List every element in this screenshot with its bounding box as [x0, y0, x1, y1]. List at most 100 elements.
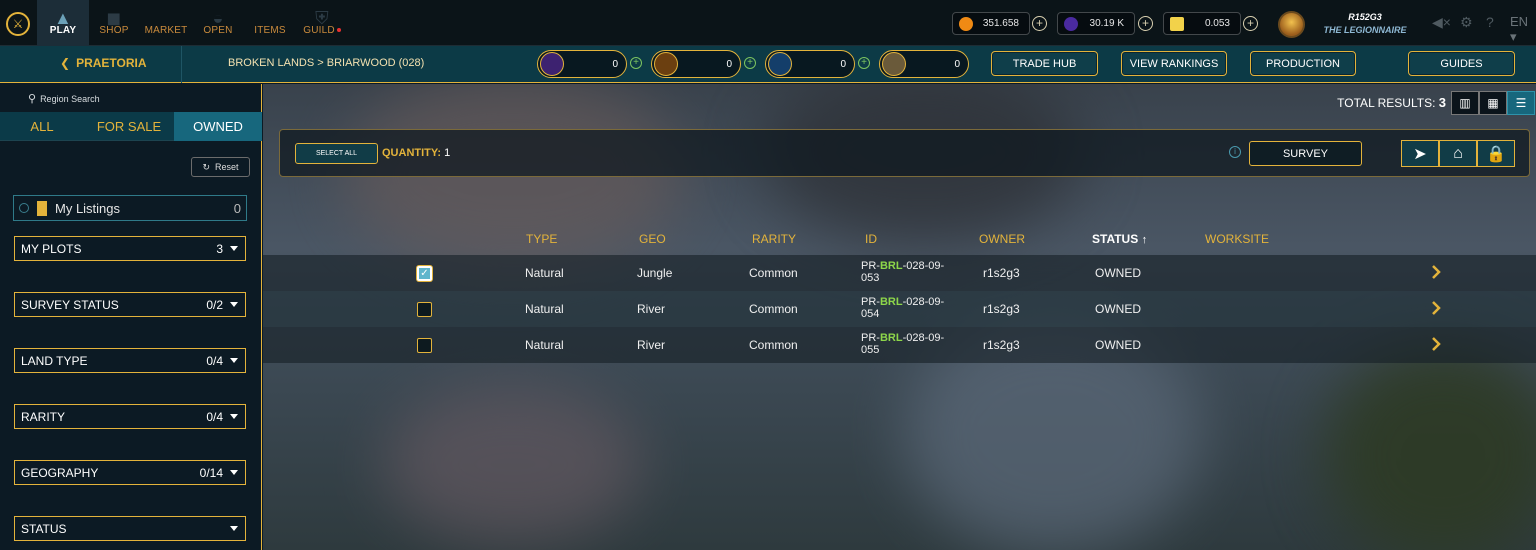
view-rankings-button[interactable]: VIEW RANKINGS [1121, 51, 1227, 76]
map-icon: ▥ [1459, 96, 1471, 110]
column-header-type[interactable]: TYPE [526, 232, 557, 246]
list-icon: ☰ [1515, 96, 1527, 110]
lock-icon: 🔒 [1486, 145, 1506, 163]
divider [181, 46, 182, 83]
column-header-id[interactable]: ID [865, 232, 877, 246]
region-search[interactable]: ⚲ Region Search [28, 92, 100, 105]
filter-land-type[interactable]: LAND TYPE 0/4 [14, 348, 246, 373]
add-water-button[interactable]: + [858, 57, 870, 69]
column-header-geo[interactable]: GEO [639, 232, 666, 246]
tab-all[interactable]: ALL [0, 112, 84, 141]
checkmark-icon: ✓ [420, 268, 429, 279]
nav-shop[interactable]: ◼ SHOP [94, 0, 134, 46]
add-essence-button[interactable]: + [630, 57, 642, 69]
trade-hub-button[interactable]: TRADE HUB [991, 51, 1098, 76]
resource-water: 0 [765, 50, 855, 78]
sound-mute-icon[interactable]: ◀× [1432, 14, 1451, 31]
chevron-down-icon [230, 302, 238, 307]
quantity-display: QUANTITY: 1 [382, 147, 450, 159]
total-results-count: 3 [1438, 95, 1446, 110]
filter-survey-status[interactable]: SURVEY STATUS 0/2 [14, 292, 246, 317]
table-row[interactable]: Natural River Common PR-BRL-028-09- 055 r… [263, 327, 1536, 363]
guides-button[interactable]: GUIDES [1408, 51, 1515, 76]
reset-button[interactable]: ↻ Reset [191, 157, 250, 177]
ticket-icon [1170, 17, 1184, 31]
list-view-button[interactable]: ☰ [1507, 91, 1535, 115]
reset-label: Reset [215, 162, 239, 172]
listing-flag-icon [37, 200, 47, 216]
info-icon[interactable]: i [1229, 146, 1241, 158]
currency-ticket: 0.053 [1163, 12, 1241, 35]
tab-owned[interactable]: OWNED [174, 112, 262, 141]
sell-button[interactable]: ⌂ [1439, 140, 1477, 167]
nav-play[interactable]: ▲ PLAY [37, 0, 89, 46]
filter-geography[interactable]: GEOGRAPHY 0/14 [14, 460, 246, 485]
add-ticket-button[interactable]: + [1243, 16, 1258, 31]
filter-count: 3 [216, 241, 223, 256]
listing-tabs: ALL FOR SALE OWNED [0, 112, 262, 141]
cell-type: Natural [525, 338, 564, 352]
id-region-code: BRL [879, 332, 903, 344]
nav-items[interactable]: ITEMS [250, 0, 290, 46]
total-results: TOTAL RESULTS: 3 [1337, 95, 1446, 110]
chevron-down-icon [230, 246, 238, 251]
filter-my-plots[interactable]: MY PLOTS 3 [14, 236, 246, 261]
background-art [383, 384, 643, 544]
my-listings-count: 0 [233, 200, 241, 216]
send-icon: ➤ [1413, 145, 1427, 163]
gear-icon[interactable]: ⚙ [1460, 14, 1473, 31]
production-button[interactable]: PRODUCTION [1250, 51, 1356, 76]
nav-market[interactable]: MARKET [142, 0, 190, 46]
column-header-status[interactable]: STATUS ↑ [1092, 232, 1147, 246]
tab-for-sale[interactable]: FOR SALE [84, 112, 174, 141]
row-checkbox[interactable]: ✓ [417, 266, 432, 281]
nav-open[interactable]: ◒ OPEN [198, 0, 238, 46]
filter-label: GEOGRAPHY [21, 465, 99, 480]
add-coin-button[interactable]: + [1032, 16, 1047, 31]
add-gem-button[interactable]: + [1138, 16, 1153, 31]
filter-status[interactable]: STATUS [14, 516, 246, 541]
nav-items-label: ITEMS [254, 25, 286, 36]
chevron-down-icon [230, 358, 238, 363]
column-header-rarity[interactable]: RARITY [752, 232, 796, 246]
add-grain-button[interactable]: + [744, 57, 756, 69]
nav-guild[interactable]: ⛨ GUILD [300, 0, 344, 46]
coin-value: 351.658 [982, 18, 1019, 29]
cell-owner: r1s2g3 [983, 338, 1020, 352]
help-icon[interactable]: ? [1486, 14, 1494, 30]
storefront-icon: ⌂ [1453, 144, 1463, 162]
survey-button[interactable]: SURVEY [1249, 141, 1362, 166]
chevron-right-icon[interactable] [1431, 301, 1441, 315]
my-listings-label: My Listings [55, 200, 121, 216]
send-button[interactable]: ➤ [1401, 140, 1439, 167]
shop-icon: ◼ [106, 8, 122, 28]
filter-rarity[interactable]: RARITY 0/4 [14, 404, 246, 429]
game-logo-icon[interactable]: ⚔ [6, 12, 30, 36]
row-checkbox[interactable] [417, 338, 432, 353]
language-selector[interactable]: EN ▾ [1510, 14, 1536, 45]
table-row[interactable]: Natural River Common PR-BRL-028-09- 054 r… [263, 291, 1536, 327]
essence-icon [540, 52, 564, 76]
map-view-button[interactable]: ▥ [1451, 91, 1479, 115]
chevron-right-icon[interactable] [1431, 337, 1441, 351]
grid-view-button[interactable]: ▦ [1479, 91, 1507, 115]
cell-geo: River [637, 302, 666, 316]
lock-button[interactable]: 🔒 [1477, 140, 1515, 167]
cell-status: OWNED [1095, 338, 1141, 352]
row-checkbox[interactable] [417, 302, 432, 317]
avatar[interactable] [1278, 11, 1305, 38]
guild-icon: ⛨ [315, 8, 329, 28]
table-row[interactable]: ✓ Natural Jungle Common PR-BRL-028-09- 05… [263, 255, 1536, 291]
region-search-label: Region Search [40, 93, 100, 104]
chevron-right-icon[interactable] [1431, 265, 1441, 279]
id-number: 054 [861, 308, 880, 320]
cell-id: PR-BRL-028-09- 054 [861, 296, 956, 320]
cell-status: OWNED [1095, 266, 1141, 280]
column-header-worksite[interactable]: WORKSITE [1205, 232, 1269, 246]
my-listings-toggle[interactable]: My Listings 0 [13, 195, 247, 221]
id-suffix: -028-09- [902, 332, 945, 344]
id-prefix: PR- [861, 296, 880, 308]
back-button[interactable]: ❮ PRAETORIA [60, 56, 147, 70]
select-all-button[interactable]: SELECT ALL [295, 143, 378, 164]
column-header-owner[interactable]: OWNER [979, 232, 1025, 246]
